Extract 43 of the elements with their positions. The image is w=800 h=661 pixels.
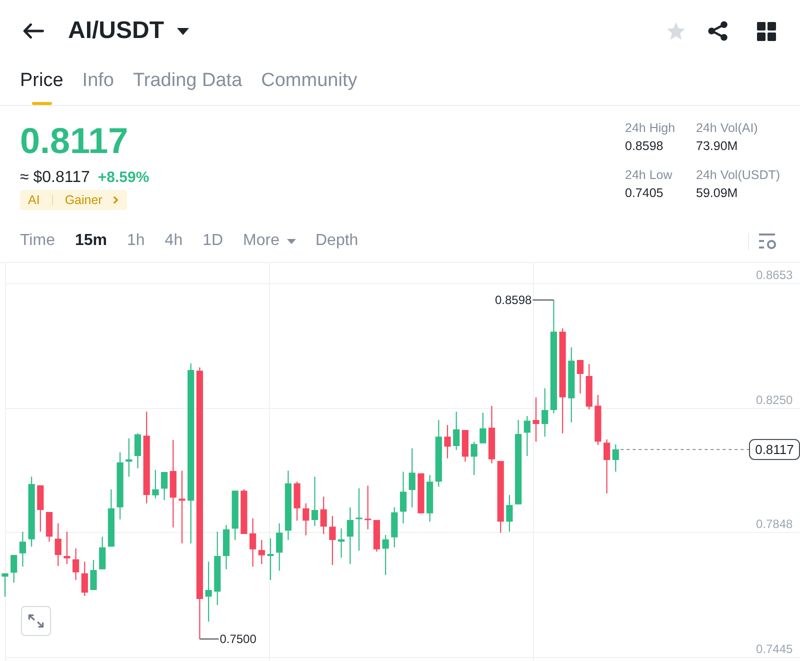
price-axis-label: 0.7848 xyxy=(756,517,793,531)
caret-down-icon xyxy=(286,238,296,244)
share-icon[interactable] xyxy=(708,21,728,41)
price-axis-label: 0.8653 xyxy=(756,268,793,282)
caret-down-icon xyxy=(177,28,189,34)
stat-label: 24h Low xyxy=(625,167,674,184)
expand-button[interactable] xyxy=(21,606,51,636)
interval-option[interactable]: Depth xyxy=(316,231,358,251)
stat-value: 73.90M xyxy=(696,138,739,155)
tab[interactable]: Community xyxy=(261,62,358,105)
price-axis-label: 0.8250 xyxy=(756,393,793,407)
interval-dropdown[interactable]: More xyxy=(243,231,296,251)
stat-value: 0.8598 xyxy=(625,138,664,155)
interval-option[interactable]: 15m xyxy=(74,231,107,251)
tab[interactable]: Info xyxy=(82,62,114,105)
chart-settings-icon[interactable] xyxy=(759,233,777,249)
grid-icon[interactable] xyxy=(757,22,776,40)
back-arrow-icon[interactable] xyxy=(22,23,44,39)
price-axis-label: 0.7445 xyxy=(756,642,793,656)
stat-value: 0.7405 xyxy=(625,185,664,202)
interval-option[interactable]: 4h xyxy=(164,231,183,251)
expand-icon xyxy=(28,614,44,628)
tag-link[interactable]: Gainer xyxy=(64,192,102,208)
tab[interactable]: Trading Data xyxy=(133,62,242,105)
stat-label: 24h High xyxy=(625,120,676,137)
interval-option[interactable]: 1D xyxy=(202,231,224,251)
chevron-right-icon xyxy=(113,196,118,204)
tab[interactable]: Price xyxy=(20,62,64,105)
low-price-label: 0.7500 xyxy=(220,632,256,646)
star-icon[interactable] xyxy=(666,22,686,40)
stat-label: 24h Vol(AI) xyxy=(696,120,759,137)
tag-link[interactable]: AI xyxy=(28,192,40,208)
interval-option[interactable]: Time xyxy=(20,231,55,251)
interval-option[interactable]: 1h xyxy=(127,231,145,251)
price-change: +8.59% xyxy=(98,168,150,188)
leader-line xyxy=(199,638,220,640)
approx-price: ≈ $0.8117 xyxy=(20,168,90,188)
stat-value: 59.09M xyxy=(696,185,739,202)
last-price: 0.8117 xyxy=(20,120,130,162)
stat-label: 24h Vol(USDT) xyxy=(696,167,780,184)
high-price-label: 0.8598 xyxy=(495,293,532,307)
last-price-tag: 0.8117 xyxy=(749,439,800,460)
pair-selector[interactable]: AI/USDT xyxy=(68,16,189,46)
